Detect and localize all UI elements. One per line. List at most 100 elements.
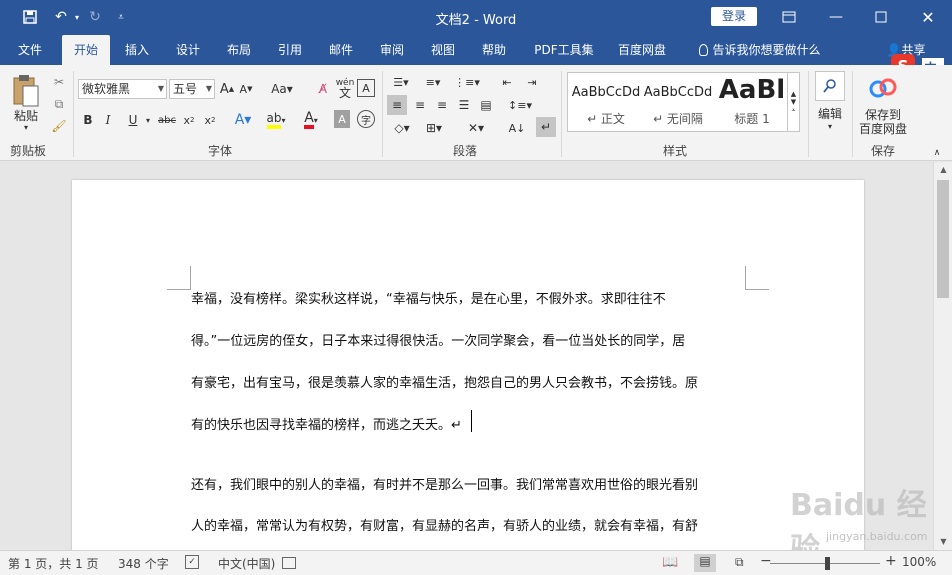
text-line-3[interactable]: 有豪宅，出有宝马，很是羡慕人家的幸福生活，抱怨自己的男人只会教书，不会捞钱。原 [191, 372, 698, 391]
watermark-url: jingyan.baidu.com [826, 530, 928, 543]
print-layout-icon[interactable]: ▤ [694, 554, 716, 572]
tab-layout[interactable]: 布局 [217, 35, 261, 65]
style-no-spacing-name: ↵ 无间隔 [653, 112, 703, 126]
clear-formatting-icon[interactable]: A̸ [313, 79, 333, 99]
strikethrough-icon[interactable]: abc [157, 110, 177, 130]
borders-icon[interactable]: ⊞▾ [420, 119, 448, 137]
decrease-indent-icon[interactable]: ⇤ [497, 73, 517, 91]
tab-pdf-tools[interactable]: PDF工具集 [527, 35, 601, 65]
scroll-thumb[interactable] [937, 180, 949, 298]
style-normal[interactable]: AaBbCcDd ↵ 正文 [570, 73, 642, 131]
character-shading-icon[interactable]: A [334, 110, 350, 128]
justify-icon[interactable]: ☰ [454, 95, 474, 115]
bullets-icon[interactable]: ☰▾ [388, 73, 414, 91]
paste-icon[interactable] [8, 73, 44, 109]
chinese-layout-icon[interactable]: ✕▾ [462, 119, 490, 137]
collapse-ribbon-icon[interactable]: ∧ [930, 147, 944, 159]
ribbon: 粘贴 ▾ ✂ ⧉ 🖌 剪贴板 ⌟ 微软雅黑▼ 五号▼ A▲ A▼ Aa▾ A̸ … [0, 65, 952, 224]
character-border-icon[interactable]: A [357, 79, 375, 97]
tab-insert[interactable]: 插入 [115, 35, 159, 65]
phonetic-guide-icon[interactable]: wén 文 [334, 75, 356, 101]
superscript-icon[interactable]: x2 [202, 110, 218, 130]
align-center-icon[interactable]: ≡ [410, 95, 430, 115]
align-left-icon[interactable]: ≡ [387, 95, 407, 115]
tab-help[interactable]: 帮助 [472, 35, 516, 65]
font-size-combo[interactable]: 五号 ▼ [169, 79, 215, 99]
lightbulb-icon [699, 44, 709, 56]
zoom-out-icon[interactable]: − [760, 553, 772, 569]
tell-me-label: 告诉我你想要做什么 [712, 43, 821, 57]
copy-icon[interactable]: ⧉ [50, 95, 68, 113]
style-heading-1[interactable]: AaBl 标题 1 [716, 73, 788, 131]
cut-icon[interactable]: ✂ [50, 73, 68, 91]
text-line-2[interactable]: 得。”一位远房的侄女，日子本来过得很快活。一次同学聚会，看一位当处长的同学，居 [191, 330, 685, 349]
login-button[interactable]: 登录 [711, 7, 757, 26]
text-line-1[interactable]: 幸福，没有榜样。梁实秋这样说，“幸福与快乐，是在心里，不假外求。求即往往不 [191, 288, 666, 307]
text-line-4[interactable]: 有的快乐也因寻找幸福的榜样，而逃之夭夭。↵ [191, 414, 462, 433]
tab-review[interactable]: 审阅 [370, 35, 414, 65]
language[interactable]: 中文(中国) [218, 555, 275, 572]
underline-dropdown-icon[interactable]: ▾ [143, 110, 153, 130]
web-layout-icon[interactable]: ⧉ [735, 555, 744, 570]
editing-label[interactable]: 编辑 [812, 105, 848, 121]
format-painter-icon[interactable]: 🖌 [50, 117, 68, 135]
tab-mailings[interactable]: 邮件 [319, 35, 363, 65]
maximize-icon[interactable] [870, 6, 892, 28]
font-name-combo[interactable]: 微软雅黑 ▼ [78, 79, 167, 99]
word-count[interactable]: 348 个字 [118, 555, 169, 572]
proofing-icon[interactable]: ✓ [185, 555, 199, 569]
sort-icon[interactable]: A↓ [507, 119, 527, 137]
baidu-netdisk-icon[interactable] [868, 75, 898, 101]
underline-icon[interactable]: U [124, 110, 142, 130]
text-effects-icon[interactable]: A▾ [232, 110, 254, 130]
ribbon-display-options-icon[interactable] [778, 6, 800, 28]
grow-font-icon[interactable]: A ▲ [219, 79, 235, 99]
font-color-icon[interactable]: A ▾ [297, 110, 325, 130]
tell-me-search[interactable]: 告诉我你想要做什么 [690, 35, 830, 65]
phonetic-char: 文 [338, 86, 351, 100]
style-no-spacing[interactable]: AaBbCcDd ↵ 无间隔 [642, 73, 714, 131]
tab-references[interactable]: 引用 [268, 35, 312, 65]
tab-design[interactable]: 设计 [166, 35, 210, 65]
line-spacing-icon[interactable]: ↕≡▾ [507, 95, 533, 115]
macro-recording-icon[interactable] [282, 557, 296, 569]
text-line-6[interactable]: 人的幸福，常常认为有权势，有财富，有显赫的名声，有骄人的业绩，就会有幸福，有舒 [191, 515, 698, 534]
subscript-icon[interactable]: x2 [181, 110, 197, 130]
shrink-font-icon[interactable]: A ▼ [238, 79, 254, 99]
tab-file[interactable]: 文件 [8, 35, 52, 65]
tab-baidu-netdisk[interactable]: 百度网盘 [610, 35, 674, 65]
search-icon[interactable] [815, 71, 845, 101]
editing-dropdown-icon[interactable]: ▾ [825, 121, 835, 131]
minimize-icon[interactable]: — [825, 6, 847, 28]
highlight-color-icon[interactable]: ab ▾ [262, 110, 290, 130]
tab-home[interactable]: 开始 [62, 35, 110, 65]
save-to-label-2[interactable]: 百度网盘 [856, 121, 910, 136]
styles-gallery: AaBbCcDd ↵ 正文 AaBbCcDd ↵ 无间隔 AaBl 标题 1 [567, 72, 800, 132]
read-mode-icon[interactable]: 📖 [662, 555, 678, 570]
show-marks-icon[interactable]: ↵ [536, 117, 556, 137]
text-line-5[interactable]: 还有，我们眼中的别人的幸福，有时并不是那么一回事。我们常常喜欢用世俗的眼光看别 [191, 474, 698, 493]
styles-scroll[interactable]: ▲ ▼ ⩡ [787, 72, 800, 132]
zoom-slider-thumb[interactable] [825, 557, 830, 570]
italic-icon[interactable]: I [100, 110, 116, 130]
align-right-icon[interactable]: ≡ [432, 95, 452, 115]
numbering-icon[interactable]: ≡▾ [420, 73, 446, 91]
bold-icon[interactable]: B [80, 110, 96, 130]
close-icon[interactable]: ✕ [917, 6, 939, 28]
increase-indent-icon[interactable]: ⇥ [522, 73, 542, 91]
divider [852, 71, 853, 157]
enclose-characters-icon[interactable]: 字 [357, 110, 375, 128]
zoom-in-icon[interactable]: + [885, 553, 897, 569]
scroll-up-icon[interactable]: ▲ [934, 162, 952, 178]
change-case-icon[interactable]: Aa▾ [268, 79, 296, 99]
distributed-icon[interactable]: ▤ [476, 95, 496, 115]
zoom-level[interactable]: 100% [902, 555, 936, 569]
shading-icon[interactable]: ◇▾ [388, 119, 416, 137]
tab-view[interactable]: 视图 [421, 35, 465, 65]
text-cursor [471, 410, 472, 432]
page-count[interactable]: 第 1 页，共 1 页 [8, 555, 99, 572]
multilevel-list-icon[interactable]: ⋮≡▾ [452, 73, 482, 91]
document-page[interactable]: 幸福，没有榜样。梁实秋这样说，“幸福与快乐，是在心里，不假外求。求即往往不 得。… [72, 180, 864, 550]
paste-label[interactable]: 粘贴 [10, 107, 42, 123]
paste-dropdown-icon[interactable]: ▾ [22, 122, 30, 132]
